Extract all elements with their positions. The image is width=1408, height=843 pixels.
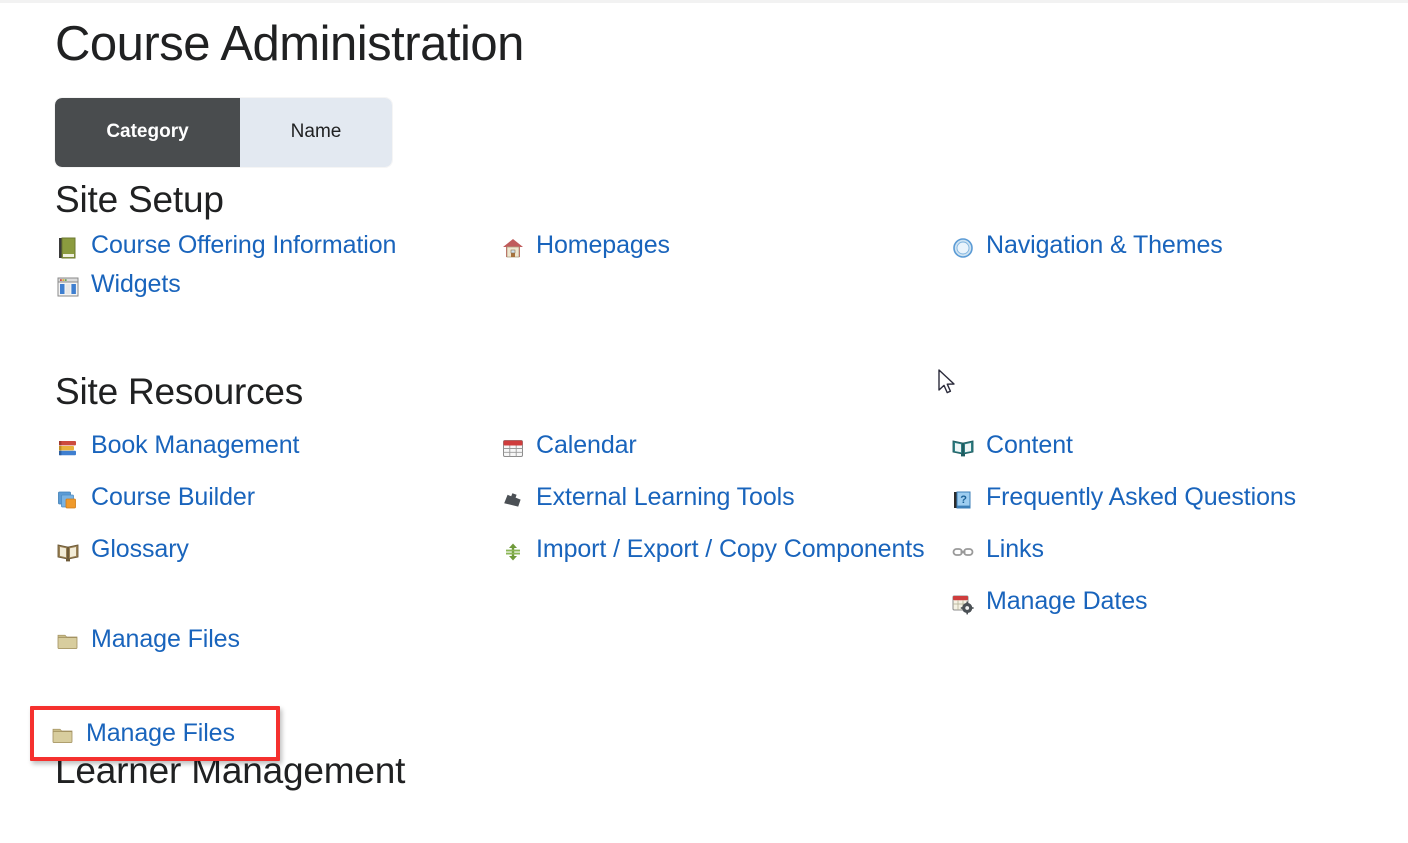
widgets-layout-icon: [55, 274, 81, 300]
link-import-export-copy-components[interactable]: Import / Export / Copy Components: [500, 535, 940, 565]
link-course-builder[interactable]: Course Builder: [55, 483, 495, 513]
section-heading-site-setup: Site Setup: [55, 178, 224, 220]
link-label: Course Builder: [91, 483, 255, 512]
link-label: Calendar: [536, 431, 637, 460]
link-label: External Learning Tools: [536, 483, 795, 512]
section-heading-site-resources: Site Resources: [55, 371, 304, 413]
link-label: Glossary: [91, 535, 189, 564]
link-label: Links: [986, 535, 1044, 564]
layers-squares-icon: [55, 487, 81, 513]
link-label: Content: [986, 431, 1073, 460]
site-setup-links: Course Offering Information Widgets Home…: [0, 231, 1408, 359]
link-frequently-asked-questions[interactable]: ? Frequently Asked Questions: [950, 483, 1390, 513]
link-label: Homepages: [536, 231, 670, 260]
compass-icon: [950, 235, 976, 261]
site-resources-column-1: Book Management Course Builder Glossary …: [55, 431, 495, 655]
link-widgets[interactable]: Widgets: [55, 270, 495, 300]
link-label: Course Offering Information: [91, 231, 397, 260]
site-resources-column-3: Content ? Frequently Asked Questions Lin…: [950, 431, 1390, 617]
puzzle-piece-icon: [500, 487, 526, 513]
link-glossary[interactable]: Glossary: [55, 535, 495, 565]
calendar-icon: [500, 435, 526, 461]
site-resources-column-2: Calendar External Learning Tools Import …: [500, 431, 940, 565]
link-navigation-and-themes[interactable]: Navigation & Themes: [950, 231, 1390, 261]
link-external-learning-tools[interactable]: External Learning Tools: [500, 483, 940, 513]
folder-icon: [55, 629, 81, 655]
link-label: Import / Export / Copy Components: [536, 535, 925, 564]
book-stack-icon: [55, 435, 81, 461]
link-label: Manage Files: [86, 719, 235, 747]
link-label: Navigation & Themes: [986, 231, 1223, 260]
link-label: Manage Dates: [986, 587, 1148, 616]
link-links[interactable]: Links: [950, 535, 1390, 565]
link-content[interactable]: Content: [950, 431, 1390, 461]
open-book-brown-icon: [55, 539, 81, 565]
link-label: Widgets: [91, 270, 181, 299]
calendar-gear-icon: [950, 591, 976, 617]
link-manage-dates[interactable]: Manage Dates: [950, 587, 1390, 617]
page-title: Course Administration: [55, 17, 524, 71]
site-setup-column-2: Homepages: [500, 231, 940, 270]
site-setup-column-3: Navigation & Themes: [950, 231, 1390, 270]
site-resources-links: Book Management Course Builder Glossary …: [0, 431, 1408, 746]
green-book-icon: [55, 235, 81, 261]
chain-link-icon: [950, 539, 976, 565]
open-book-teal-icon: [950, 435, 976, 461]
house-icon: [500, 235, 526, 261]
site-setup-column-1: Course Offering Information Widgets: [55, 231, 495, 309]
tab-category[interactable]: Category: [55, 97, 240, 167]
view-toggle: Category Name: [55, 97, 392, 167]
link-calendar[interactable]: Calendar: [500, 431, 940, 461]
course-admin-page: Course Administration Category Name Site…: [0, 3, 1408, 795]
folder-icon: [50, 723, 76, 749]
import-export-arrows-icon: [500, 539, 526, 565]
question-book-icon: ?: [950, 487, 976, 513]
svg-text:?: ?: [960, 494, 967, 506]
link-label: Frequently Asked Questions: [986, 483, 1297, 512]
link-homepages[interactable]: Homepages: [500, 231, 940, 261]
link-manage-files[interactable]: Manage Files: [55, 625, 495, 655]
link-book-management[interactable]: Book Management: [55, 431, 495, 461]
link-label: Manage Files: [91, 625, 240, 654]
link-label: Book Management: [91, 431, 300, 460]
link-manage-files-highlighted[interactable]: Manage Files: [50, 719, 235, 749]
link-course-offering-information[interactable]: Course Offering Information: [55, 231, 495, 261]
tab-name[interactable]: Name: [240, 97, 392, 167]
